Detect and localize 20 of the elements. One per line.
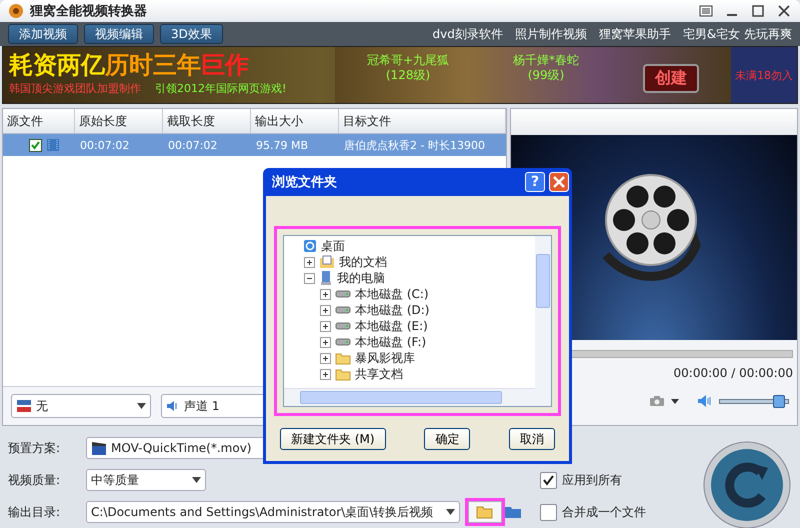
table-cell-text: 唐伯虎点秋香2 - 时长13900 [343, 138, 486, 152]
banner-text: 引领2012年国际网页游戏! [155, 81, 286, 96]
character-name: 杨千嬅*春蛇 [513, 53, 580, 68]
field-label: 输出目录: [8, 504, 62, 520]
banner-headline: 耗资两亿 [9, 51, 105, 79]
table-cell-text: 00:07:02 [79, 138, 130, 152]
character-level: (128级) [386, 68, 430, 83]
banner-text: 韩国顶尖游戏团队加盟制作 [9, 81, 141, 96]
time-display: 00:00:00 / 00:00:00 [672, 365, 794, 380]
dialog-title: 浏览文件夹 [272, 174, 338, 191]
window-title: 狸窝全能视频转换器 [30, 2, 148, 20]
field-label: 预置方案: [8, 440, 62, 456]
banner-headline: 历时三年 [105, 51, 201, 79]
character-name: 冠希哥+九尾狐 [366, 53, 450, 68]
character-level: (99级) [528, 68, 564, 83]
age-notice: 未满18勿入 [735, 68, 793, 82]
table-cell-text: 95.79 MB [255, 138, 310, 152]
field-label: 视频质量: [8, 472, 62, 488]
table-cell-text: 00:07:02 [167, 138, 218, 152]
banner-headline: 巨作 [201, 51, 249, 79]
